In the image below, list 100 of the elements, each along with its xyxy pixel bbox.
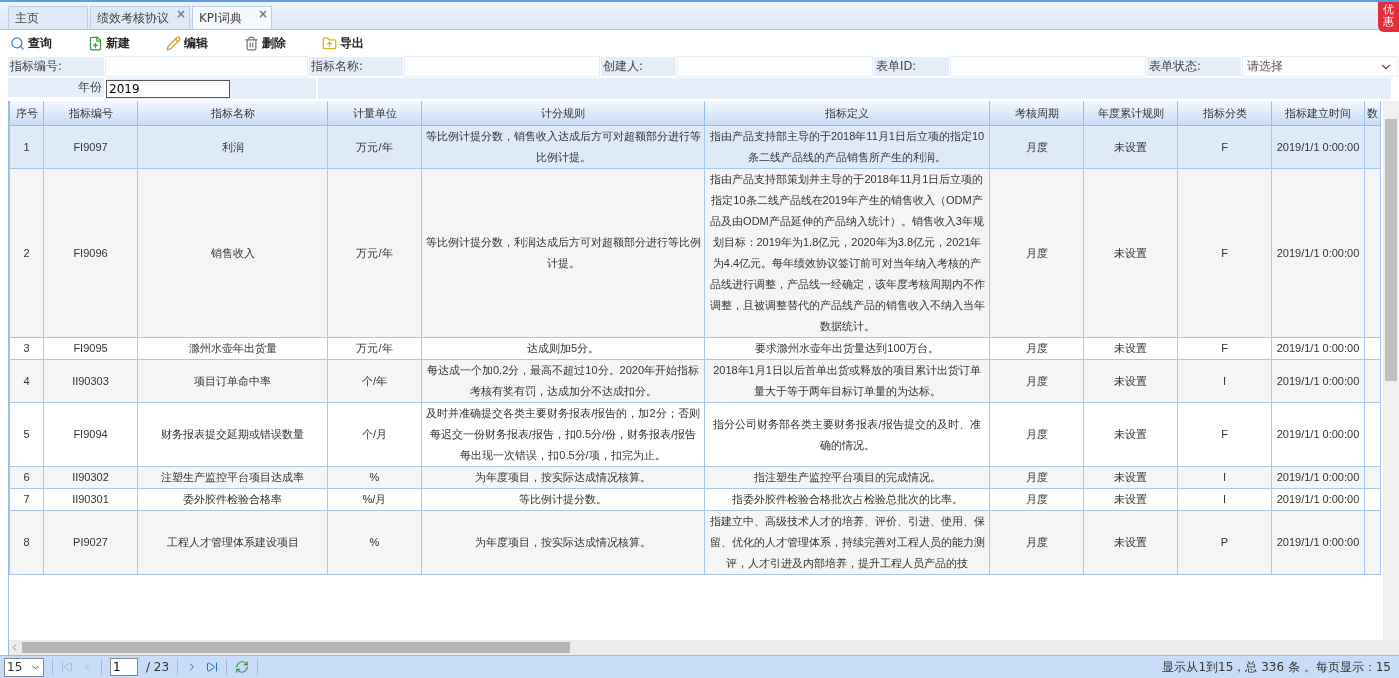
column-header[interactable]: 指标定义	[704, 101, 990, 126]
filter-label: 表单ID:	[874, 57, 949, 76]
table-cell: 1	[9, 125, 44, 169]
table-cell: 7	[9, 488, 44, 511]
table-cell: 未设置	[1083, 337, 1178, 360]
tab[interactable]: 主页	[8, 6, 88, 29]
promo-badge[interactable]: 优惠	[1378, 2, 1399, 33]
column-header[interactable]: 计量单位	[327, 101, 422, 126]
table-cell: 等比例计提分数，销售收入达成后方可对超额部分进行等比例计提。	[421, 125, 705, 169]
table-cell: II90303	[43, 359, 138, 403]
table-cell: 为年度项目，按实际达成情况核算。	[421, 466, 705, 489]
column-header[interactable]: 指标编号	[43, 101, 138, 126]
delete-button[interactable]: 删除	[242, 32, 320, 54]
table-cell: 委外胶件检验合格率	[137, 488, 328, 511]
table-cell: 2019/1/1 0:00:00	[1271, 402, 1365, 467]
edit-button[interactable]: 编辑	[164, 32, 242, 54]
table-cell: F	[1177, 125, 1272, 169]
table-cell: 未设置	[1083, 125, 1178, 169]
table-cell: 2019/1/1 0:00:00	[1271, 510, 1365, 575]
table-cell: 2019/1/1 0:00:00	[1271, 125, 1365, 169]
table-row[interactable]: 8 PI9027 工程人才管理体系建设项目 % 为年度项目，按实际达成情况核算。 指建立中、高级技术人才的培养、评价、引进、使用、保留、优化的人才管理体系，持续完善对工程人员的能力测评，人才引进及内部培养，提升工程人员产品的技 月度 未设置 P 2019/1/1 0:00:00	[9, 510, 1381, 575]
table-cell: 未设置	[1083, 359, 1178, 403]
filter-input[interactable]	[405, 57, 599, 76]
table-cell: 2019/1/1 0:00:00	[1271, 488, 1365, 511]
table-row[interactable]	[9, 168, 1381, 338]
trash-icon	[244, 35, 259, 51]
year-input[interactable]: 2019	[106, 79, 230, 98]
table-cell: 月度	[989, 488, 1084, 511]
table-cell: I	[1177, 359, 1272, 403]
table-cell: 达成则加5分。	[421, 337, 705, 360]
table-cell: 万元/年	[327, 168, 422, 338]
table-cell: 2018年1月1日以后首单出货或释放的项目累计出货订单量大于等于两年目标订单量的为达标。	[704, 359, 990, 403]
table-cell: 8	[9, 510, 44, 575]
table-cell: 个/月	[327, 402, 422, 467]
table-cell: 5	[9, 402, 44, 467]
table-row[interactable]: 6 II90302 注塑生产监控平台项目达成率 % 为年度项目，按实际达成情况核算。 指注塑生产监控平台项目的完成情况。 月度 未设置 I 2019/1/1 0:00:00	[9, 466, 1381, 489]
table-row[interactable]: 1 FI9097 利润 万元/年 等比例计提分数，销售收入达成后方可对超额部分进行等比例计提。 指由产品支持部主导的于2018年11月1日后立项的指定10条二线产品线的产品销售所产生的利润。 月度 未设置 F 2019/1/1 0:00:00	[9, 125, 1381, 169]
table-cell: 等比例计提分数，利润达成后方可对超额部分进行等比例计提。	[421, 168, 705, 338]
table-cell: 2019/1/1 0:00:00	[1271, 337, 1365, 360]
filter-label: 年份	[8, 78, 104, 97]
table-row[interactable]: 4 II90303 项目订单命中率 个/年 每达成一个加0.2分，最高不超过10分。2020年开始指标考核有奖有罚，达成加分不达成扣分。 2018年1月1日以后首单出货或释放的项目累计出货订单量大于等于两年目标订单量的为达标。 月度 未设置 I 2019/1/1 0:00:00	[9, 359, 1381, 403]
tab[interactable]: KPI词典 ×	[192, 6, 272, 29]
table-cell: 万元/年	[327, 125, 422, 169]
export-button[interactable]: 导出	[320, 32, 398, 54]
column-header[interactable]: 指标分类	[1177, 101, 1272, 126]
table-cell: 月度	[989, 510, 1084, 575]
table-cell: 项目订单命中率	[137, 359, 328, 403]
page-input[interactable]: 1	[110, 658, 138, 676]
table-cell: FI9095	[43, 337, 138, 360]
refresh-icon[interactable]	[235, 660, 250, 674]
new-button[interactable]: 新建	[86, 32, 164, 54]
close-icon[interactable]: ×	[257, 7, 268, 21]
column-header[interactable]: 考核周期	[989, 101, 1084, 126]
table-cell: F	[1177, 402, 1272, 467]
table-row[interactable]: 7 II90301 委外胶件检验合格率 %/月 等比例计提分数。 指委外胶件检验合格批次占检验总批次的比率。 月度 未设置 I 2019/1/1 0:00:00	[9, 488, 1381, 511]
table-cell: %/月	[327, 488, 422, 511]
search-icon	[10, 35, 25, 51]
column-header[interactable]: 计分规则	[421, 101, 705, 126]
close-icon[interactable]: ×	[175, 7, 186, 21]
table-cell: 月度	[989, 359, 1084, 403]
table-cell: 未设置	[1083, 466, 1178, 489]
table-cell: 指分公司财务部各类主要财务报表/报告提交的及时、准确的情况。	[704, 402, 990, 467]
filter-label: 表单状态:	[1147, 57, 1241, 76]
file-plus-icon	[88, 35, 103, 51]
filter-label: 指标编号:	[8, 57, 104, 76]
filter-input[interactable]	[678, 57, 872, 76]
table-cell: 月度	[989, 466, 1084, 489]
horizontal-scrollbar[interactable]	[9, 640, 1399, 655]
search-button[interactable]: 查询	[8, 32, 86, 54]
pager-status: 显示从1到15，总 336 条 。每页显示：15	[1162, 658, 1391, 676]
status-select[interactable]: 请选择	[1243, 57, 1397, 76]
table-row[interactable]: 5 FI9094 财务报表提交延期或错误数量 个/月 及时并准确提交各类主要财务报表/报告的，加2分；否则每迟交一份财务报表/报告，扣0.5分/份，财务报表/报告每出现一次错误，扣0.5分/项，扣完为止。 指分公司财务部各类主要财务报表/报告提交的及时、准确的情况。 月度 未设置 F 2019/1/1 0:00:00	[9, 402, 1381, 467]
page-total: / 23	[146, 660, 170, 674]
filter-label: 创建人:	[601, 57, 676, 76]
table-cell: 指由产品支持部主导的于2018年11月1日后立项的指定10条二线产品线的产品销售所产生的利润。	[704, 125, 990, 169]
last-page-icon[interactable]	[206, 661, 219, 673]
filter-input[interactable]	[951, 57, 1145, 76]
tab[interactable]: 绩效考核协议 ×	[90, 6, 190, 29]
vertical-scrollbar[interactable]	[1383, 101, 1399, 640]
filter-input[interactable]	[106, 57, 307, 76]
table-cell: 及时并准确提交各类主要财务报表/报告的，加2分；否则每迟交一份财务报表/报告，扣0.5分/份，财务报表/报告每出现一次错误，扣0.5分/项，扣完为止。	[421, 402, 705, 467]
page-size-select[interactable]: 15	[4, 657, 44, 677]
column-header[interactable]: 指标名称	[137, 101, 328, 126]
table-cell: 利润	[137, 125, 328, 169]
table-cell: 未设置	[1083, 488, 1178, 511]
table-cell: 6	[9, 466, 44, 489]
table-cell: 未设置	[1083, 402, 1178, 467]
column-header[interactable]: 年度累计规则	[1083, 101, 1178, 126]
column-header[interactable]: 指标建立时间	[1271, 101, 1365, 126]
first-page-icon[interactable]	[61, 661, 73, 673]
table-cell: %	[327, 466, 422, 489]
table-cell: 万元/年	[327, 337, 422, 360]
table-row[interactable]: 3 FI9095 滁州水壶年出货量 万元/年 达成则加5分。 要求滁州水壶年出货量达到100万台。 月度 未设置 F 2019/1/1 0:00:00	[9, 337, 1381, 360]
table-cell: 要求滁州水壶年出货量达到100万台。	[704, 337, 990, 360]
table-cell: %	[327, 510, 422, 575]
table-cell: FI9096	[43, 168, 138, 338]
column-header[interactable]: 序号	[9, 101, 44, 126]
table-cell: 工程人才管理体系建设项目	[137, 510, 328, 575]
table-cell: P	[1177, 510, 1272, 575]
filter-label: 指标名称:	[309, 57, 403, 76]
